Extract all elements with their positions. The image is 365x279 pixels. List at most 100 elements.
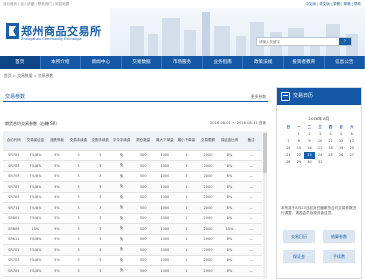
table-cell: 2000 xyxy=(197,202,219,214)
search-input[interactable] xyxy=(259,39,339,45)
table-cell: 1000 xyxy=(154,223,176,235)
table-cell: SR801 xyxy=(3,213,25,224)
nav-item-about[interactable]: 本所介绍 xyxy=(41,56,82,69)
table-cell: 1 xyxy=(175,234,198,245)
table-row[interactable]: SR705 7%/8% 5% 3 3 免 500 1000 1 2000 8% — xyxy=(3,265,262,277)
table-row[interactable]: SR701 7%/8% 5% 3 3 免 500 1000 1 2000 8% — xyxy=(3,244,262,256)
title-divider xyxy=(3,101,268,102)
table-row[interactable]: SR703 7%/8% 5% 3 3 免 500 1000 1 2000 8% — xyxy=(3,160,262,172)
calendar-day[interactable]: 28 xyxy=(283,159,294,166)
calendar-day[interactable]: 6 xyxy=(346,131,357,138)
margin-button[interactable]: 保证金 xyxy=(283,250,315,263)
table-cell: 1000 xyxy=(154,150,176,161)
table-row[interactable]: SR711 7%/8% 5% 3 3 免 500 1000 1 2000 8% — xyxy=(3,202,262,214)
table-cell: 1 xyxy=(175,171,198,182)
fee-button[interactable]: 手续费 xyxy=(323,250,355,263)
table-scrollbar[interactable] xyxy=(263,131,267,279)
table-cell: 5% xyxy=(46,171,68,182)
calendar-day[interactable]: 9 xyxy=(304,138,315,145)
language-links[interactable]: 中文版 | 英文版 | 繁體 | 邮箱 | 帮助 xyxy=(305,2,361,7)
table-cell: 免 xyxy=(110,150,133,161)
nav-item-home[interactable]: 首页 xyxy=(0,56,41,69)
table-row[interactable]: SR703 7%/8% 5% 3 3 免 500 1000 1 2000 8% — xyxy=(3,255,262,266)
calendar-day[interactable]: 27 xyxy=(346,152,357,159)
table-row[interactable]: SR701 7%/8% 5% 3 3 免 500 1000 1 2000 8% — xyxy=(3,150,262,161)
calendar-day[interactable]: 12 xyxy=(336,138,347,145)
calendar-week: 7 8 9 10 11 12 13 xyxy=(283,138,357,145)
calendar-day[interactable]: 26 xyxy=(336,152,347,159)
table-cell: 1000 xyxy=(154,181,176,193)
calendar-day[interactable]: 29 xyxy=(294,159,305,166)
more-link[interactable]: 更多参数 xyxy=(251,94,266,100)
calendar-day[interactable]: 4 xyxy=(325,131,336,138)
calendar-day[interactable]: 21 xyxy=(283,152,294,159)
table-cell: SR705 xyxy=(3,265,25,277)
table-cell: 3 xyxy=(67,181,90,193)
utility-links[interactable]: 设为首页 | 加入收藏 | 联系我们 | 网站地图 xyxy=(3,2,69,7)
nav-item-data[interactable]: 交易数据 xyxy=(122,56,163,69)
table-cell: 5% xyxy=(46,202,68,214)
table-row[interactable]: SR801 7%/8% 5% 3 3 免 500 1000 1 2000 8% — xyxy=(3,213,262,224)
table-cell: 8% xyxy=(218,255,241,266)
calendar-week: 123456 xyxy=(283,131,357,138)
table-cell: 7%/8% xyxy=(24,171,47,182)
nav-item-regulations[interactable]: 政策法规 xyxy=(243,56,284,69)
nav-item-guide[interactable]: 业务指南 xyxy=(203,56,244,69)
logo-icon xyxy=(6,23,19,39)
table-cell: 1 xyxy=(175,160,198,172)
calendar-day[interactable]: 16 xyxy=(304,145,315,152)
main-nav: 首页 本所介绍 新闻中心 交易数据 市场服务 业务指南 政策法规 投资者教育 信… xyxy=(0,56,365,69)
table-row[interactable]: SR707 7%/8% 5% 3 3 免 500 1000 1 2000 8% — xyxy=(3,181,262,193)
calendar-day[interactable]: 25 xyxy=(325,152,336,159)
settlement-button[interactable]: 结算参数 xyxy=(323,230,355,243)
calendar-day[interactable]: 3 xyxy=(315,131,326,138)
table-cell: — xyxy=(240,234,262,245)
calendar-day[interactable]: 23 xyxy=(304,152,315,159)
calendar-day[interactable]: 1 xyxy=(294,131,305,138)
table-cell: 500 xyxy=(132,192,155,203)
table-row[interactable]: SR705 7%/8% 5% 3 3 免 500 1000 1 2000 8% — xyxy=(3,171,262,182)
calendar-day[interactable]: 2 xyxy=(304,131,315,138)
calendar-day[interactable]: 10 xyxy=(315,138,326,145)
column-header: 交易限额 xyxy=(197,131,219,151)
table-row[interactable]: SR611 7%/8% 5% 3 3 免 500 1000 1 2000 8% — xyxy=(3,234,262,245)
table-cell: 2000 xyxy=(197,265,219,277)
calendar-day[interactable]: 14 xyxy=(283,145,294,152)
table-cell: 1 xyxy=(175,255,198,266)
calendar-day[interactable]: 13 xyxy=(346,138,357,145)
exchange-logo[interactable]: 郑州商品交易所 Zhengzhou Commodity Exchange xyxy=(6,23,126,45)
scrollbar-thumb[interactable] xyxy=(263,133,267,173)
filter-bar: 期货合约交易参数（白糖 SR） 2016-08-01 ～ 2016-08-31 … xyxy=(5,121,268,129)
calendar-day xyxy=(283,131,294,138)
calendar-day[interactable]: 7 xyxy=(283,138,294,145)
table-cell: 3 xyxy=(89,255,111,266)
date-range-query[interactable]: 2016-08-01 ～ 2016-08-31 查询 xyxy=(210,121,266,126)
calendar-day[interactable]: 15 xyxy=(294,145,305,152)
calendar-day[interactable]: 20 xyxy=(346,145,357,152)
calendar-day[interactable]: 18 xyxy=(325,145,336,152)
calendar-day[interactable]: 24 xyxy=(315,152,326,159)
table-row[interactable]: SR709 7%/8% 5% 3 3 免 500 1000 1 2000 8% — xyxy=(3,192,262,203)
calendar-day[interactable]: 5 xyxy=(336,131,347,138)
calendar-day[interactable]: 22 xyxy=(294,152,305,159)
calendar-day[interactable]: 11 xyxy=(325,138,336,145)
table-cell: — xyxy=(240,181,262,193)
nav-item-news[interactable]: 新闻中心 xyxy=(81,56,122,69)
calendar-day[interactable]: 31 xyxy=(315,159,326,166)
nav-item-notices[interactable]: 信息公告 xyxy=(325,56,365,69)
calendar-day[interactable]: 8 xyxy=(294,138,305,145)
nav-item-services[interactable]: 市场服务 xyxy=(162,56,203,69)
table-cell: 3 xyxy=(89,192,111,203)
weekday-label: 五 xyxy=(339,125,343,129)
nav-item-education[interactable]: 投资者教育 xyxy=(284,56,325,69)
sidebar-notice[interactable]: 本所将于8月23日起对白糖期货合约交易参数进行调整，请各会员及投资者注意。 xyxy=(281,206,359,216)
calendar-button[interactable]: 交易日历 xyxy=(283,230,315,243)
search-button[interactable]: › xyxy=(339,38,351,45)
calendar-day[interactable]: 30 xyxy=(304,159,315,166)
table-cell: 3 xyxy=(89,160,111,172)
table-cell: 1 xyxy=(175,150,198,161)
calendar-day[interactable]: 19 xyxy=(336,145,347,152)
calendar-day[interactable]: 17 xyxy=(315,145,326,152)
table-cell: 5% xyxy=(46,213,68,224)
table-row[interactable]: SR609 15% 5% 3 3 免 500 1000 1 2000 15% — xyxy=(3,223,262,235)
